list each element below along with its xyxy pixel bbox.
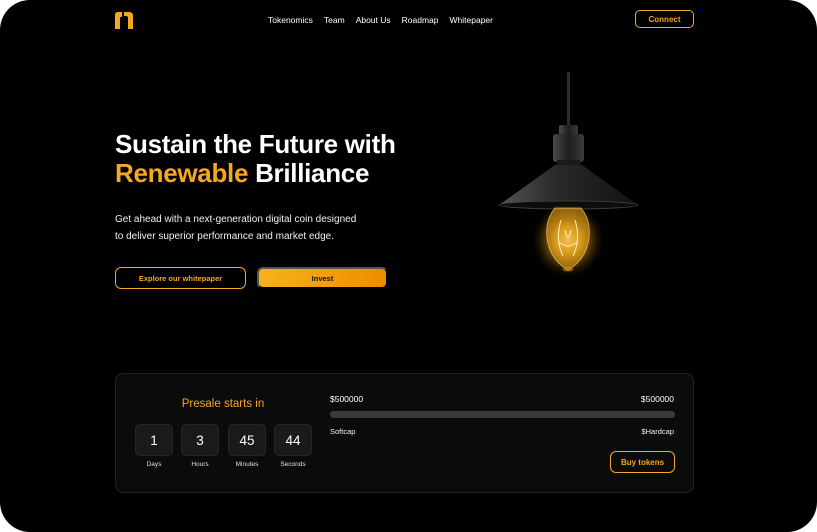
raised-amount: $500000	[330, 394, 364, 404]
presale-title: Presale starts in	[181, 398, 265, 410]
page-frame: Tokenomics Team About Us Roadmap Whitepa…	[0, 0, 817, 532]
softcap-label: Softcap	[330, 427, 356, 436]
countdown-seconds-label: Seconds	[280, 461, 306, 468]
countdown-days-value: 1	[135, 424, 173, 456]
invest-button[interactable]: Invest	[257, 267, 388, 289]
buy-tokens-button[interactable]: Buy tokens	[610, 451, 675, 473]
countdown-hours-value: 3	[181, 424, 219, 456]
hero-title: Sustain the Future with Renewable Brilli…	[115, 130, 396, 188]
countdown-seconds-value: 44	[274, 424, 312, 456]
explore-whitepaper-button[interactable]: Explore our whitepaper	[115, 267, 246, 289]
nav-about-us[interactable]: About Us	[356, 14, 391, 26]
countdown-days-label: Days	[146, 461, 162, 468]
countdown-minutes-label: Minutes	[235, 461, 259, 468]
presale-card: Presale starts in 1 3 45 44 Days Hours M…	[115, 373, 694, 493]
hero-subtitle: Get ahead with a next-generation digital…	[115, 211, 395, 245]
nav-roadmap[interactable]: Roadmap	[402, 14, 439, 26]
countdown-hours-label: Hours	[191, 461, 209, 468]
main-nav: Tokenomics Team About Us Roadmap Whitepa…	[268, 14, 504, 26]
presale-progress-bar	[330, 411, 675, 418]
nav-whitepaper[interactable]: Whitepaper	[450, 14, 493, 26]
nav-tokenomics[interactable]: Tokenomics	[268, 14, 313, 26]
countdown-minutes-value: 45	[228, 424, 266, 456]
hero-title-rest: Brilliance	[248, 158, 370, 188]
hero-title-accent: Renewable	[115, 158, 249, 188]
target-amount: $500000	[640, 394, 674, 404]
hardcap-label: $Hardcap	[641, 427, 674, 436]
hero-title-line1: Sustain the Future with	[115, 129, 396, 159]
light-bulb-lamp-image	[498, 72, 639, 280]
nav-team[interactable]: Team	[324, 14, 345, 26]
connect-button[interactable]: Connect	[635, 10, 694, 28]
hero-subtitle-line1: Get ahead with a next-generation digital…	[115, 214, 357, 225]
hero-subtitle-line2: to deliver superior performance and mark…	[115, 231, 335, 242]
brand-logo-icon[interactable]	[114, 11, 134, 29]
